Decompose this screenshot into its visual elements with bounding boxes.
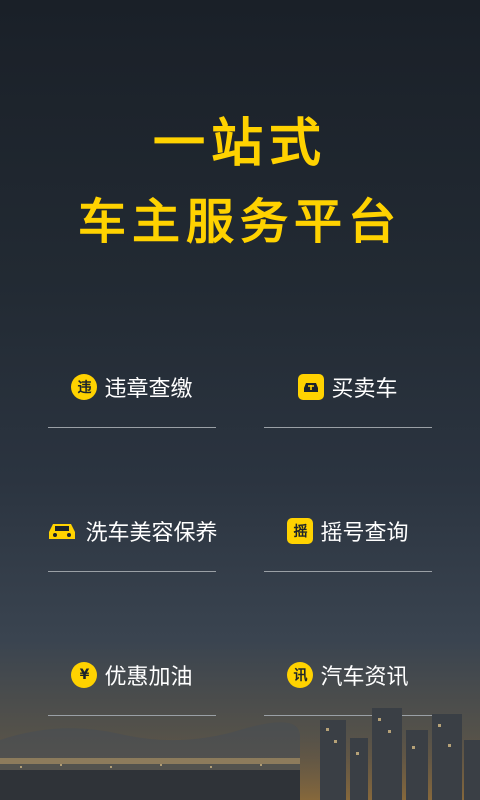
feature-news[interactable]: 讯 汽车资讯	[264, 648, 432, 702]
feature-label: 洗车美容保养	[85, 521, 218, 546]
news-icon: 讯	[287, 662, 314, 688]
feature-label: 优惠加油	[104, 665, 193, 690]
headline-subtitle: 车主服务平台	[77, 194, 402, 250]
feature-label: 买卖车	[331, 377, 398, 402]
feature-trade-car[interactable]: 买卖车	[264, 360, 432, 414]
feature-violation[interactable]: 违 违章查缴	[48, 360, 216, 414]
divider	[48, 571, 216, 572]
feature-label: 违章查缴	[104, 377, 193, 402]
city-skyline-image	[0, 708, 480, 800]
feature-car-wash[interactable]: 洗车美容保养	[30, 504, 234, 558]
violation-icon: 违	[71, 374, 98, 400]
splash-screen: 一站式 车主服务平台 违 违章查缴 买卖车 洗车美容保养 摇 摇号查询 ¥ 优惠…	[0, 0, 480, 800]
lottery-icon: 摇	[287, 518, 314, 544]
divider	[48, 427, 216, 428]
fuel-discount-icon: ¥	[71, 662, 98, 688]
feature-label: 摇号查询	[320, 521, 409, 546]
divider	[264, 427, 432, 428]
trade-car-icon	[298, 374, 325, 400]
car-wash-icon	[46, 518, 78, 544]
feature-label: 汽车资讯	[320, 665, 409, 690]
divider	[264, 571, 432, 572]
headline-title: 一站式	[152, 114, 327, 174]
feature-lottery[interactable]: 摇 摇号查询	[264, 504, 432, 558]
feature-fuel-discount[interactable]: ¥ 优惠加油	[48, 648, 216, 702]
